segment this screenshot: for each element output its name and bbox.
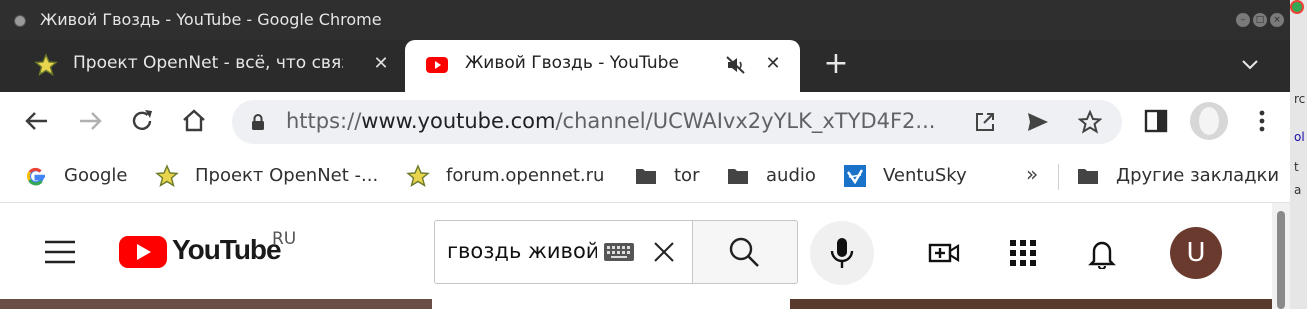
more-menu-icon[interactable] bbox=[1248, 107, 1276, 135]
scrollbar[interactable] bbox=[1272, 203, 1290, 309]
title-bar[interactable]: Живой Гвоздь - YouTube - Google Chrome –… bbox=[0, 0, 1290, 40]
forward-arrow-icon[interactable] bbox=[76, 107, 104, 135]
bookmark-label: audio bbox=[766, 165, 816, 186]
bookmark-label: VentuSky bbox=[883, 165, 967, 186]
chrome-window: Живой Гвоздь - YouTube - Google Chrome –… bbox=[0, 0, 1290, 309]
youtube-page: YouTube RU гвоздь живой U bbox=[0, 203, 1290, 309]
bookmark-label: Проект OpenNet -... bbox=[195, 165, 379, 186]
chevron-down-icon[interactable] bbox=[1238, 52, 1262, 76]
bookmark-label: tor bbox=[674, 165, 700, 186]
bookmark-label: forum.opennet.ru bbox=[446, 165, 605, 186]
url-text[interactable]: https://www.youtube.com/channel/UCWAIvx2… bbox=[286, 109, 935, 133]
video-thumbnail[interactable] bbox=[790, 299, 1272, 309]
maximize-button[interactable]: □ bbox=[1253, 13, 1267, 27]
star-icon bbox=[406, 164, 430, 188]
new-tab-button[interactable]: + bbox=[822, 49, 850, 80]
star-icon bbox=[155, 164, 179, 188]
address-bar[interactable]: https://www.youtube.com/channel/UCWAIvx2… bbox=[232, 100, 1122, 144]
tab-label: Проект OpenNet - всё, что связ bbox=[73, 53, 343, 73]
edge-text: a bbox=[1294, 183, 1302, 197]
chrome-icon bbox=[1290, 0, 1304, 14]
bookmarks-overflow-button[interactable]: » bbox=[1026, 162, 1038, 186]
star-favicon-icon bbox=[34, 53, 58, 77]
url-scheme: https:// bbox=[286, 109, 362, 133]
profile-avatar[interactable] bbox=[1190, 102, 1228, 140]
bookmark-star-icon[interactable] bbox=[1078, 110, 1102, 134]
keyboard-icon[interactable] bbox=[603, 241, 635, 263]
google-icon bbox=[26, 167, 45, 186]
tab-youtube[interactable]: Живой Гвоздь - YouTube ✕ bbox=[405, 40, 800, 92]
edge-text: rc bbox=[1294, 92, 1306, 106]
tab-label: Живой Гвоздь - YouTube bbox=[465, 53, 679, 73]
other-bookmarks-label: Другие закладки bbox=[1116, 165, 1280, 186]
send-icon[interactable] bbox=[1026, 110, 1050, 134]
lock-icon[interactable] bbox=[250, 113, 266, 131]
clear-search-icon[interactable] bbox=[653, 241, 675, 263]
desktop-edge: rc ol t a bbox=[1290, 0, 1307, 309]
folder-icon bbox=[728, 169, 748, 184]
side-panel-icon[interactable] bbox=[1142, 107, 1170, 135]
person-icon bbox=[1199, 107, 1219, 135]
create-video-icon[interactable] bbox=[928, 237, 960, 269]
video-thumbnail[interactable] bbox=[0, 299, 432, 309]
tab-opennet[interactable]: Проект OpenNet - всё, что связ ✕ bbox=[0, 40, 405, 92]
edge-text: t bbox=[1294, 160, 1299, 174]
apps-grid-icon[interactable] bbox=[1007, 237, 1039, 269]
search-value: гвоздь живой bbox=[447, 239, 597, 263]
search-button[interactable] bbox=[692, 220, 798, 284]
search-input[interactable]: гвоздь живой bbox=[434, 220, 693, 284]
reload-icon[interactable] bbox=[128, 107, 156, 135]
scrollbar-thumb[interactable] bbox=[1277, 211, 1285, 309]
edge-text: ol bbox=[1294, 130, 1305, 144]
tab-close-button[interactable]: ✕ bbox=[761, 52, 785, 76]
tab-close-button[interactable]: ✕ bbox=[369, 52, 393, 76]
close-window-button[interactable]: × bbox=[1270, 13, 1284, 27]
youtube-logo-icon bbox=[119, 236, 167, 268]
account-avatar[interactable]: U bbox=[1170, 227, 1222, 279]
youtube-favicon-icon bbox=[426, 57, 448, 73]
folder-icon bbox=[636, 169, 656, 184]
home-icon[interactable] bbox=[180, 107, 208, 135]
notifications-bell-icon[interactable] bbox=[1086, 237, 1118, 269]
toolbar: https://www.youtube.com/channel/UCWAIvx2… bbox=[0, 92, 1290, 152]
region-code: RU bbox=[272, 229, 297, 249]
search-icon bbox=[729, 237, 759, 267]
tab-strip: Проект OpenNet - всё, что связ ✕ Живой Г… bbox=[0, 40, 1290, 92]
ventusky-icon bbox=[844, 165, 866, 187]
youtube-wordmark: YouTube bbox=[172, 234, 282, 265]
folder-icon bbox=[1078, 169, 1098, 184]
url-host: www.youtube.com bbox=[361, 109, 556, 133]
bookmarks-divider bbox=[1058, 164, 1059, 190]
voice-search-button[interactable] bbox=[810, 221, 874, 285]
bookmark-label: Google bbox=[64, 165, 128, 186]
muted-speaker-icon[interactable] bbox=[725, 54, 747, 76]
bookmarks-bar: Google Проект OpenNet -... forum.opennet… bbox=[0, 152, 1290, 203]
video-thumbnails-strip bbox=[0, 299, 1272, 309]
window-title: Живой Гвоздь - YouTube - Google Chrome bbox=[40, 10, 382, 29]
url-path: /channel/UCWAIvx2yYLK_xTYD4F2... bbox=[555, 109, 936, 133]
open-in-app-icon[interactable] bbox=[973, 110, 997, 134]
microphone-icon bbox=[830, 238, 854, 268]
hamburger-menu-icon[interactable] bbox=[44, 239, 76, 265]
window-menu-icon[interactable] bbox=[14, 15, 26, 27]
minimize-button[interactable]: – bbox=[1236, 13, 1250, 27]
back-arrow-icon[interactable] bbox=[23, 107, 51, 135]
